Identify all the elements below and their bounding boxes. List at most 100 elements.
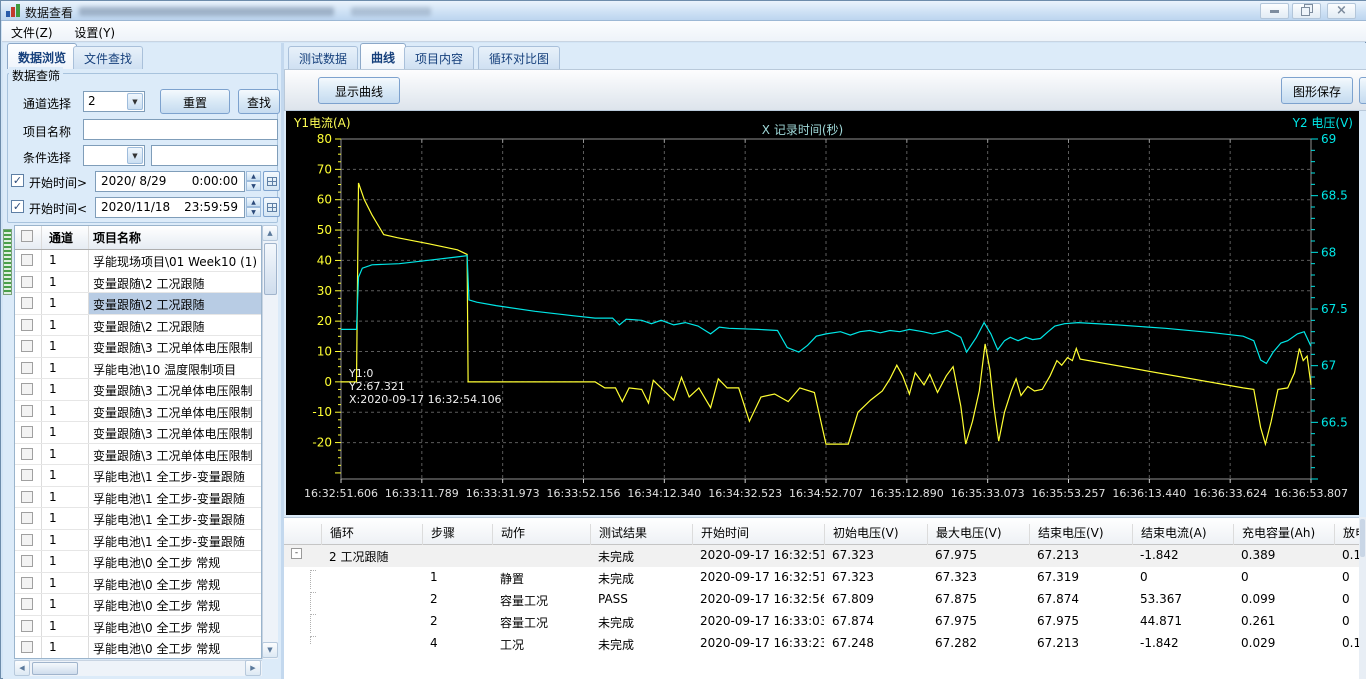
step-result-vscrollbar[interactable]	[1359, 517, 1366, 679]
row-project-name[interactable]: 变量跟随\3 工况单体电压限制	[89, 379, 261, 400]
minimize-button[interactable]	[1260, 3, 1289, 19]
project-list-hscrollbar[interactable]: ◀ ▶	[14, 660, 262, 676]
row-checkbox[interactable]	[21, 598, 33, 610]
row-checkbox[interactable]	[21, 619, 33, 632]
tab-test-data[interactable]: 测试数据	[288, 46, 359, 69]
row-checkbox[interactable]	[21, 533, 33, 546]
column-header[interactable]: 最大电压(V)	[927, 524, 1029, 545]
close-button[interactable]: ×	[1327, 3, 1356, 19]
row-checkbox[interactable]	[21, 447, 33, 460]
project-row[interactable]: 1 孚能电池\0 全工步 常规	[15, 615, 261, 637]
row-checkbox[interactable]	[21, 340, 33, 352]
restore-button[interactable]	[1292, 3, 1321, 19]
row-checkbox[interactable]	[21, 555, 33, 567]
row-drag-grip[interactable]	[3, 229, 12, 295]
row-project-name[interactable]: 孚能电池\10 温度限制项目	[89, 358, 261, 379]
row-project-name[interactable]: 孚能电池\1 全工步-变量跟随	[89, 530, 261, 551]
scroll-left-icon[interactable]: ◀	[14, 660, 30, 676]
result-row[interactable]: 2 容量工况 未完成 2020-09-17 16:33:03 67.874 67.975 6…	[284, 611, 1359, 633]
row-checkbox[interactable]	[21, 383, 33, 395]
row-checkbox[interactable]	[21, 490, 33, 503]
project-list-vscrollbar[interactable]: ▲ ▼	[262, 225, 278, 659]
tab-file-search[interactable]: 文件查找	[73, 46, 144, 69]
row-checkbox[interactable]	[21, 512, 33, 524]
scroll-down-icon[interactable]: ▼	[262, 642, 278, 658]
row-project-name[interactable]: 孚能电池\1 全工步-变量跟随	[89, 508, 261, 529]
row-project-name[interactable]: 变量跟随\3 工况单体电压限制	[89, 444, 261, 465]
project-row[interactable]: 1 孚能电池\1 全工步-变量跟随	[15, 529, 261, 551]
tab-data-browse[interactable]: 数据浏览	[7, 43, 78, 69]
hscroll-thumb[interactable]	[32, 662, 78, 675]
show-curve-button[interactable]: 显示曲线	[318, 77, 400, 104]
row-project-name[interactable]: 孚能电池\0 全工步 常规	[89, 594, 261, 615]
project-row[interactable]: 1 变量跟随\2 工况跟随	[15, 271, 261, 293]
project-row[interactable]: 1 孚能电池\0 全工步 常规	[15, 551, 261, 573]
row-project-name[interactable]: 孚能电池\0 全工步 常规	[89, 573, 261, 594]
search-button[interactable]: 查找	[238, 89, 280, 114]
result-row[interactable]: - 2 工况跟随 未完成 2020-09-17 16:32:51 67.323 67.97…	[284, 545, 1364, 567]
row-checkbox[interactable]	[21, 576, 33, 589]
menu-file[interactable]: 文件(Z)	[2, 21, 62, 42]
scroll-right-icon[interactable]: ▶	[245, 660, 261, 676]
row-project-name[interactable]: 变量跟随\2 工况跟随	[89, 293, 261, 314]
chevron-down-icon[interactable]: ▼	[127, 93, 143, 110]
project-row[interactable]: 1 孚能现场项目\01 Week10 (1)	[15, 250, 261, 272]
project-row[interactable]: 1 孚能电池\0 全工步 常规	[15, 572, 261, 594]
result-row[interactable]: 2 容量工况 PASS 2020-09-17 16:32:56 67.809 67.875…	[284, 589, 1359, 611]
project-row[interactable]: 1 变量跟随\3 工况单体电压限制	[15, 443, 261, 465]
start-before-checkbox[interactable]: ✓	[11, 200, 24, 213]
column-header[interactable]: 开始时间	[692, 524, 824, 545]
row-project-name[interactable]: 孚能电池\0 全工步 常规	[89, 637, 261, 658]
project-row[interactable]: 1 变量跟随\3 工况单体电压限制	[15, 379, 261, 401]
project-row[interactable]: 1 孚能电池\1 全工步-变量跟随	[15, 486, 261, 508]
project-row[interactable]: 1 变量跟随\2 工况跟随	[15, 314, 261, 336]
project-row[interactable]: 1 孚能电池\10 温度限制项目	[15, 357, 261, 379]
column-header[interactable]: 初始电压(V)	[824, 524, 927, 545]
condition-select-combo[interactable]: ▼	[83, 145, 145, 166]
row-checkbox[interactable]	[21, 641, 33, 653]
column-header[interactable]: 结束电压(V)	[1029, 524, 1132, 545]
start-after-calendar-button[interactable]	[263, 171, 280, 191]
row-project-name[interactable]: 变量跟随\3 工况单体电压限制	[89, 336, 261, 357]
project-row[interactable]: 1 孚能电池\0 全工步 常规	[15, 594, 261, 616]
project-name-input[interactable]	[83, 119, 278, 140]
project-row[interactable]: 1 孚能电池\0 全工步 常规	[15, 637, 261, 658]
row-checkbox[interactable]	[21, 254, 33, 266]
start-before-datetime[interactable]: 2020/11/18 23:59:59	[95, 197, 245, 218]
tree-collapse-toggle[interactable]: -	[291, 548, 302, 559]
row-project-name[interactable]: 变量跟随\3 工况单体电压限制	[89, 401, 261, 422]
project-row[interactable]: 1 变量跟随\3 工况单体电压限制	[15, 422, 261, 444]
chevron-down-icon[interactable]: ▼	[127, 147, 143, 164]
column-header[interactable]: 结束电流(A)	[1132, 524, 1233, 545]
row-checkbox[interactable]	[21, 469, 33, 481]
scroll-up-icon[interactable]: ▲	[262, 225, 278, 241]
column-header[interactable]: 充电容量(Ah)	[1233, 524, 1334, 545]
row-checkbox[interactable]	[21, 404, 33, 417]
select-all-checkbox[interactable]	[21, 230, 33, 242]
start-after-datetime[interactable]: 2020/ 8/29 0:00:00	[95, 171, 245, 192]
result-row[interactable]: 1 静置 未完成 2020-09-17 16:32:51 67.323 67.323 67.…	[284, 567, 1359, 589]
save-graph-button[interactable]: 图形保存	[1281, 77, 1353, 104]
menu-settings[interactable]: 设置(Y)	[65, 21, 124, 42]
vscroll-thumb[interactable]	[1360, 519, 1365, 557]
start-before-calendar-button[interactable]	[263, 197, 280, 217]
chart-canvas[interactable]: 80 70 60 50 40 30 20 10 0 -10 -20 69 68.5 68 67.5 67 66.…	[286, 111, 1359, 515]
project-row[interactable]: 1 变量跟随\3 工况单体电压限制	[15, 400, 261, 422]
tab-curve[interactable]: 曲线	[360, 43, 407, 69]
row-project-name[interactable]: 孚能电池\1 全工步-变量跟随	[89, 487, 261, 508]
vscroll-thumb[interactable]	[264, 243, 277, 295]
tab-cycle-compare[interactable]: 循环对比图	[478, 46, 561, 69]
row-project-name[interactable]: 变量跟随\3 工况单体电压限制	[89, 422, 261, 443]
start-after-checkbox[interactable]: ✓	[11, 174, 24, 187]
column-header[interactable]: 动作	[492, 524, 590, 545]
channel-select-combo[interactable]: 2 ▼	[83, 91, 145, 112]
tab-project-content[interactable]: 项目内容	[404, 46, 475, 69]
result-row[interactable]: 4 工况 未完成 2020-09-17 16:33:23 67.248 67.282 67.…	[284, 633, 1364, 655]
row-project-name[interactable]: 变量跟随\2 工况跟随	[89, 315, 261, 336]
row-checkbox[interactable]	[21, 297, 33, 309]
condition-value-input[interactable]	[151, 145, 278, 166]
project-row[interactable]: 1 变量跟随\3 工况单体电压限制	[15, 336, 261, 358]
start-before-spinner[interactable]: ▲ ▼	[246, 197, 261, 217]
row-project-name[interactable]: 孚能电池\0 全工步 常规	[89, 616, 261, 637]
row-project-name[interactable]: 孚能电池\1 全工步-变量跟随	[89, 465, 261, 486]
